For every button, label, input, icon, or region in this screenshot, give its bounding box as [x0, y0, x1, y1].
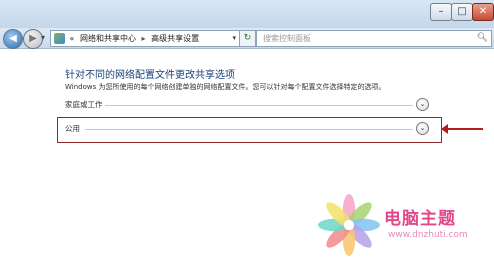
maximize-button[interactable]: □	[451, 3, 473, 21]
page-description: Windows 为您所使用的每个网络创建单独的网络配置文件。您可以针对每个配置文…	[65, 83, 386, 91]
address-prefix[interactable]: «	[70, 31, 75, 46]
back-button[interactable]: ◀	[3, 29, 23, 49]
profile-label[interactable]: 家庭或工作	[65, 99, 103, 111]
chevron-down-icon[interactable]: ⌄	[416, 98, 429, 111]
breadcrumb-network-center[interactable]: 网络和共享中心	[80, 31, 136, 46]
address-dropdown-icon[interactable]: ▾	[232, 31, 236, 46]
watermark-title: 电脑主题	[384, 209, 456, 229]
breadcrumb-separator[interactable]: ▸	[142, 31, 146, 46]
profile-label[interactable]: 公用	[65, 123, 80, 135]
forward-button[interactable]: ▶	[23, 29, 43, 49]
watermark-url: www.dnzhuti.com	[388, 230, 468, 240]
address-toolbar: ◀ ▶ ▾ « 网络和共享中心 ▸ 高级共享设置 ▾ ↻ 搜索控制面板 🔍︎	[0, 28, 494, 49]
address-bar[interactable]: « 网络和共享中心 ▸ 高级共享设置 ▾	[50, 30, 240, 47]
divider	[85, 129, 413, 130]
breadcrumb-advanced-sharing[interactable]: 高级共享设置	[151, 31, 199, 46]
title-bar: – □ ✕	[0, 0, 494, 28]
profile-public[interactable]: 公用 ⌄	[65, 122, 431, 135]
search-box[interactable]: 搜索控制面板 🔍︎	[256, 30, 492, 47]
close-button[interactable]: ✕	[472, 3, 494, 21]
minimize-button[interactable]: –	[430, 3, 452, 21]
control-panel-icon	[54, 33, 65, 44]
flower-logo-icon	[318, 194, 380, 256]
page-title: 针对不同的网络配置文件更改共享选项	[65, 70, 235, 81]
search-input[interactable]: 搜索控制面板	[263, 34, 311, 43]
search-icon[interactable]: 🔍︎	[477, 31, 488, 46]
chevron-down-icon[interactable]: ⌄	[416, 122, 429, 135]
refresh-button[interactable]: ↻	[239, 30, 256, 47]
divider	[105, 105, 413, 106]
recent-pages-dropdown[interactable]: ▾	[41, 33, 45, 42]
profile-home-work[interactable]: 家庭或工作 ⌄	[65, 98, 431, 111]
red-arrow-annotation	[441, 124, 483, 134]
